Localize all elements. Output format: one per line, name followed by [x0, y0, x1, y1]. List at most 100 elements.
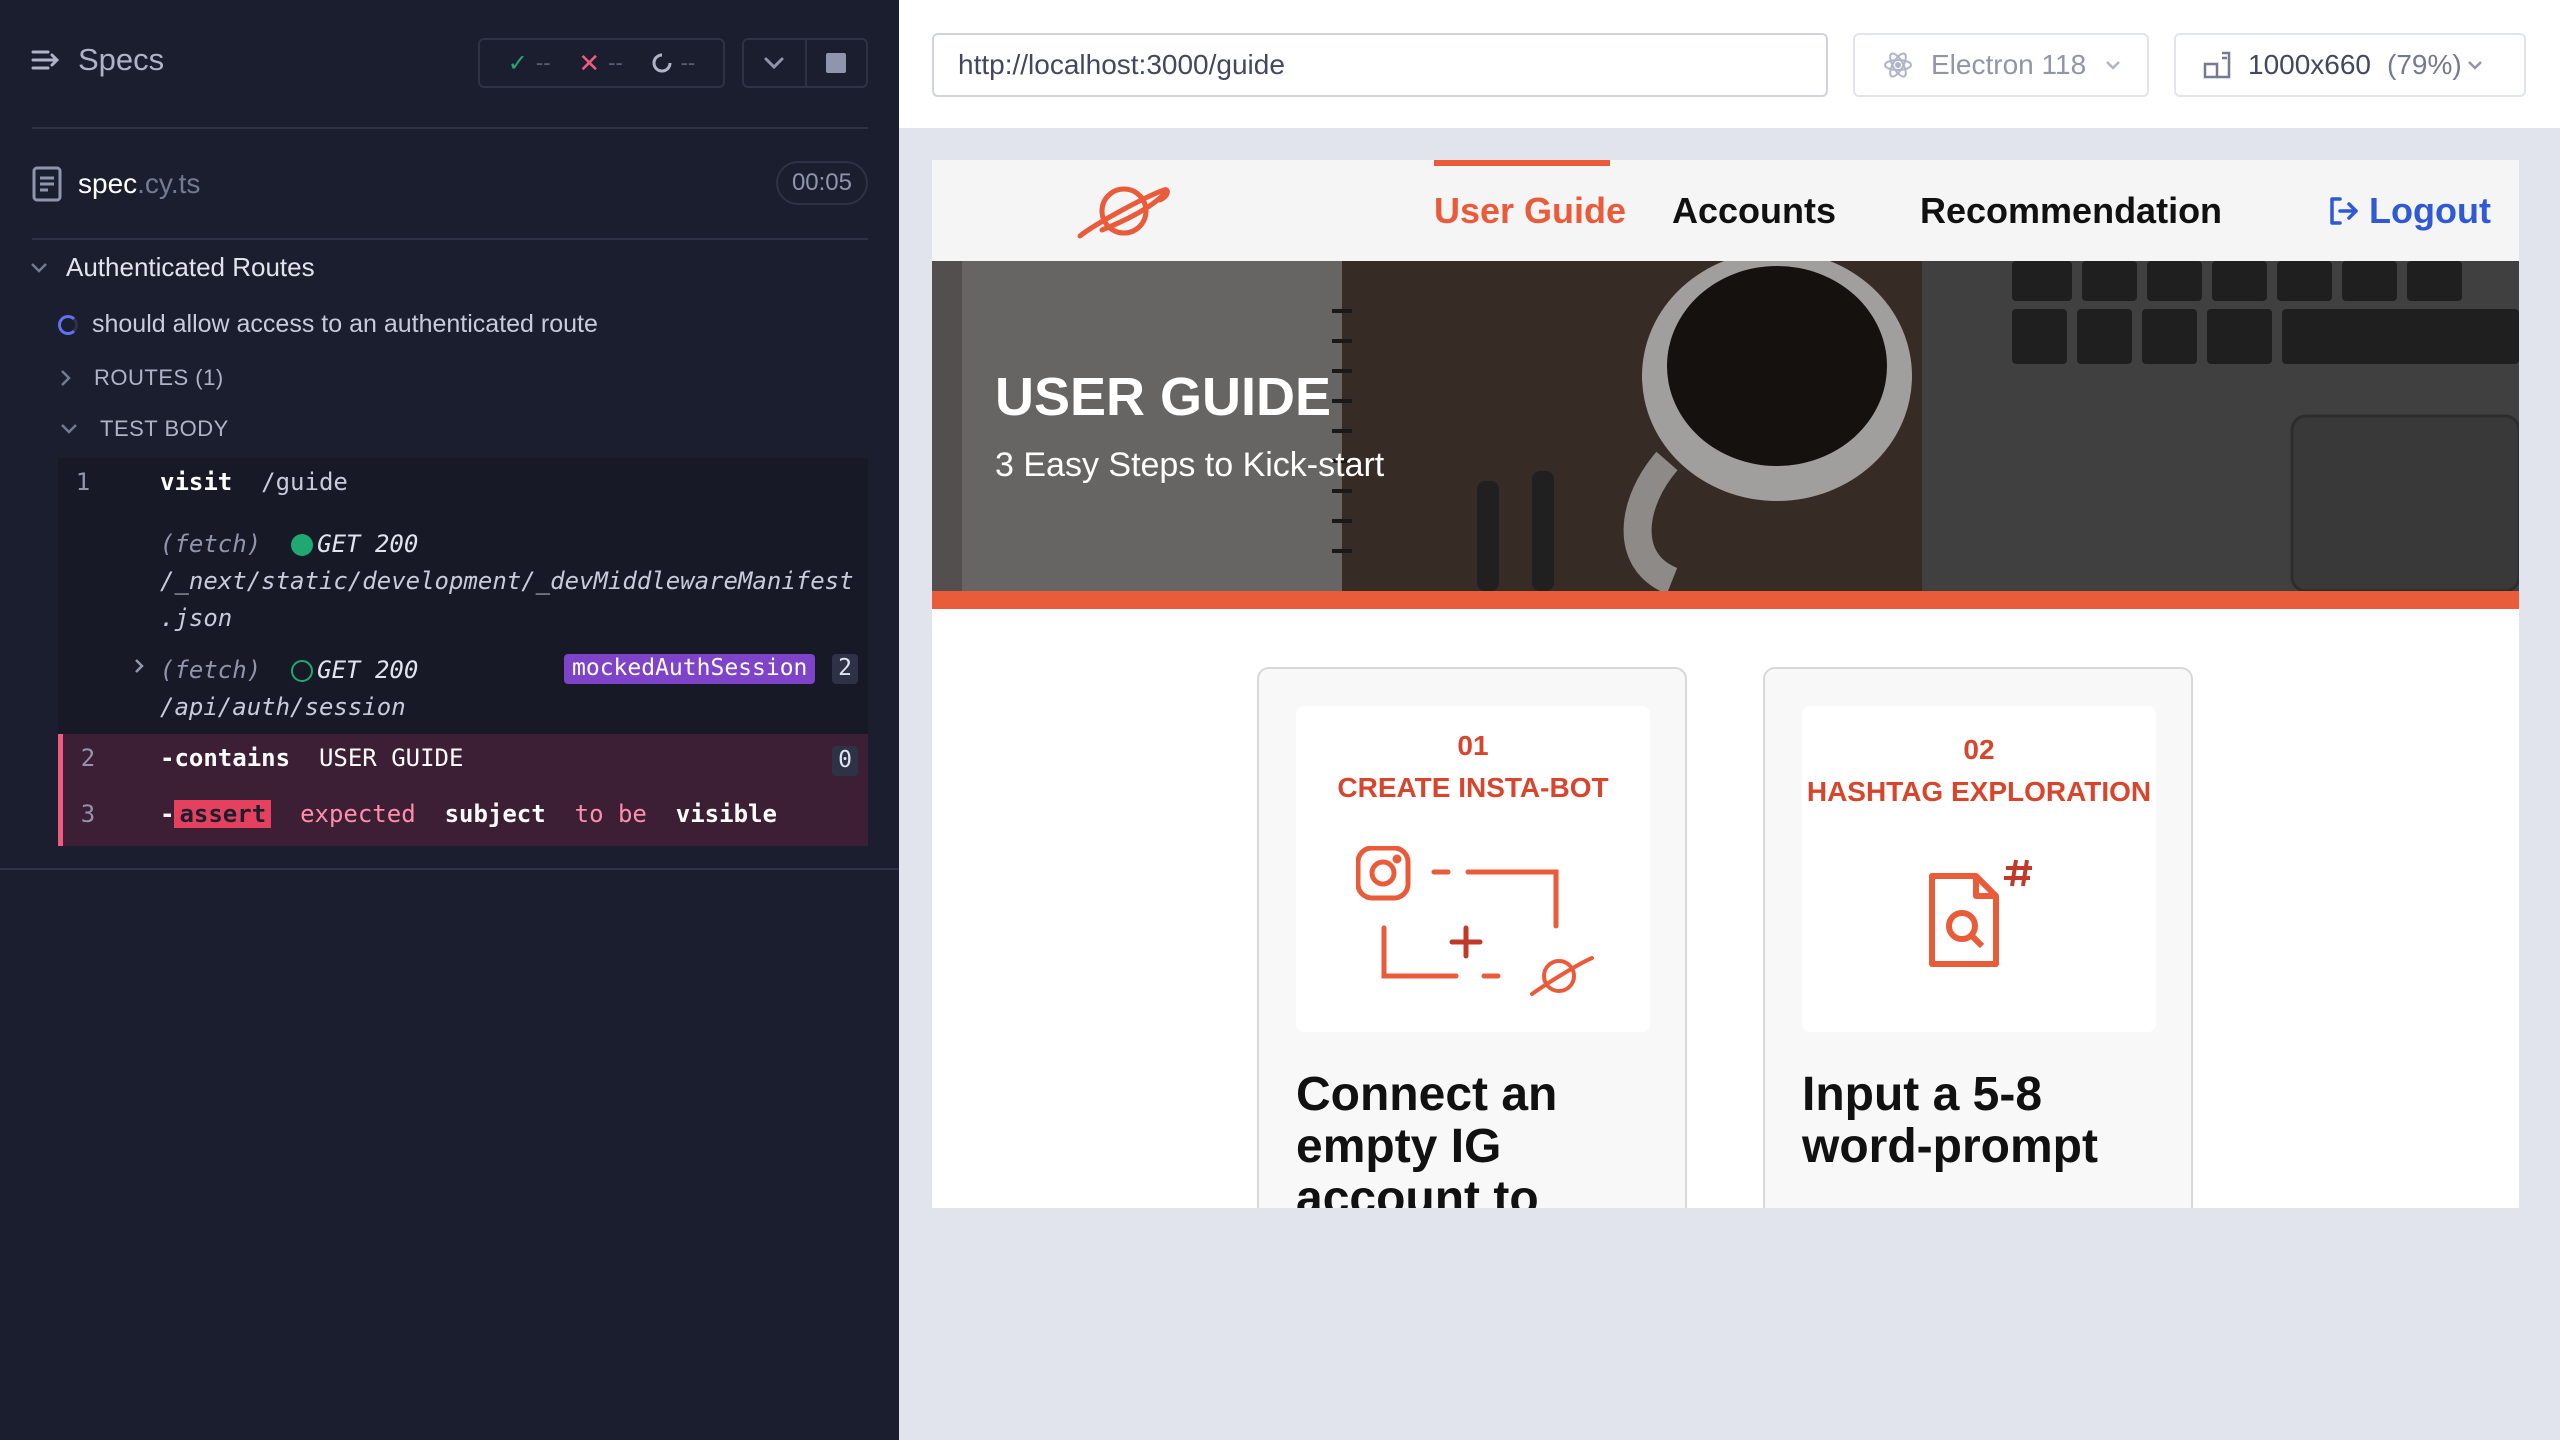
spec-file-ext: .cy.ts: [137, 168, 201, 199]
planet-logo-icon[interactable]: [1072, 178, 1172, 244]
assert-tag: assert: [174, 800, 272, 828]
logout-link[interactable]: Logout: [2327, 190, 2491, 232]
command-name: visit: [160, 468, 233, 496]
fetch-url: /api/auth/session: [160, 693, 406, 721]
step-card-header: 01 CREATE INSTA-BOT: [1296, 706, 1650, 1032]
stat-failed: ✕ --: [578, 48, 622, 79]
stats-bar: ✓ -- ✕ -- --: [478, 38, 725, 88]
command-contains[interactable]: 2 -contains USER GUIDE 0: [58, 734, 868, 790]
hero-title: USER GUIDE: [995, 367, 1332, 427]
chevron-down-icon: [764, 57, 784, 70]
run-controls: [742, 38, 868, 88]
test-body-section-toggle[interactable]: TEST BODY: [60, 416, 229, 442]
fetch-method: GET 200: [317, 656, 419, 684]
pending-count: --: [680, 50, 696, 75]
test-title: should allow access to an authenticated …: [92, 310, 598, 338]
chevron-down-icon: [31, 262, 47, 273]
browser-selector[interactable]: Electron 118: [1853, 33, 2149, 97]
command-body: (fetch) GET 200 /_next/static/development…: [160, 526, 854, 637]
viewport-size: 1000x660: [2248, 49, 2372, 80]
spec-file-name: spec: [78, 168, 138, 199]
step-label: CREATE INSTA-BOT: [1337, 772, 1609, 803]
hero-banner: USER GUIDE 3 Easy Steps to Kick-start: [932, 261, 2519, 591]
chevron-down-icon: [2467, 61, 2482, 70]
command-message: /guide: [261, 468, 348, 496]
check-icon: ✓: [507, 49, 528, 77]
divider: [32, 238, 868, 240]
step-title: Connect an empty IG account to: [1296, 1068, 1558, 1209]
command-fetch[interactable]: (fetch) GET 200 /api/auth/session mockedA…: [58, 652, 868, 730]
hero-subtitle: 3 Easy Steps to Kick-start: [995, 446, 1385, 484]
suite-title: Authenticated Routes: [66, 252, 315, 282]
hashtag-search-document-icon: [1929, 859, 2032, 967]
viewport-selector[interactable]: 1000x660 (79%): [2174, 33, 2526, 97]
browser-name: Electron 118: [1931, 49, 2087, 80]
step-title: Input a 5-8 word-prompt: [1802, 1068, 2098, 1173]
alias-badge: mockedAuthSession: [564, 654, 816, 684]
failed-count: --: [608, 50, 623, 75]
command-message: USER GUIDE: [318, 744, 464, 772]
command-log: 1 visit /guide (fetch) GET 200 /_next/sta…: [58, 458, 868, 846]
routes-section-toggle[interactable]: ROUTES (1): [60, 365, 224, 391]
aut-header: http://localhost:3000/guide Electron 118…: [899, 0, 2560, 128]
specs-list-icon: [31, 50, 60, 70]
electron-icon: [1884, 52, 1912, 78]
cypress-reporter: Specs ✓ -- ✕ -- -- spec .cy.ts 00:05 Aut…: [0, 0, 899, 1440]
command-body: - assert expected subject to be visible: [160, 800, 777, 828]
chevron-right-icon: [135, 659, 144, 673]
status-ring-icon: [291, 660, 314, 682]
embedded-page: User Guide Accounts Recommendation Logou…: [932, 160, 2519, 1208]
test-body-label: TEST BODY: [100, 416, 229, 441]
document-icon: [32, 166, 62, 202]
assert-expected: expected: [300, 800, 416, 828]
divider: [0, 868, 899, 870]
command-number: 1: [75, 468, 91, 496]
assert-visible: visible: [675, 800, 777, 828]
stop-button[interactable]: [804, 40, 866, 86]
spec-file-row: spec .cy.ts 00:05: [32, 158, 868, 210]
step-label: HASHTAG EXPLORATION: [1806, 776, 2152, 807]
fetch-url-cont: .json: [160, 604, 233, 632]
logout-label: Logout: [2369, 190, 2491, 231]
command-body: (fetch) GET 200 /api/auth/session: [160, 652, 418, 726]
chevron-right-icon: [61, 370, 71, 386]
count-badge: 0: [832, 746, 858, 776]
fetch-type: (fetch): [160, 530, 262, 558]
step-card: 01 CREATE INSTA-BOT Connect an empty IG …: [1257, 667, 1687, 1208]
suite-row[interactable]: Authenticated Routes: [30, 252, 315, 283]
step-number: 01: [1457, 730, 1489, 761]
app-under-test: http://localhost:3000/guide Electron 118…: [899, 0, 2560, 1440]
command-name: -contains: [160, 744, 291, 772]
assert-dash: -: [160, 800, 175, 828]
fetch-url: /_next/static/development/_devMiddleware…: [160, 567, 854, 595]
fetch-method: GET 200: [317, 530, 419, 558]
reporter-header: Specs ✓ -- ✕ -- --: [0, 0, 899, 128]
step-card-header: 02 HASHTAG EXPLORATION: [1802, 706, 2156, 1032]
collapse-all-button[interactable]: [744, 40, 805, 86]
chevron-down-icon: [61, 424, 77, 434]
command-visit[interactable]: 1 visit /guide: [58, 468, 868, 508]
site-navbar: User Guide Accounts Recommendation Logou…: [932, 160, 2519, 261]
viewport-icon: [2203, 51, 2231, 79]
count-badge: 2: [832, 654, 858, 684]
assert-to-be: to be: [574, 800, 647, 828]
step-number: 02: [1963, 734, 1995, 765]
active-tab-indicator: [1434, 160, 1610, 166]
command-assert[interactable]: 3 - assert expected subject to be visible: [58, 790, 868, 846]
nav-recommendation[interactable]: Recommendation: [1920, 190, 2222, 232]
passed-count: --: [535, 50, 551, 75]
nav-accounts[interactable]: Accounts: [1672, 190, 1836, 232]
connect-instagram-icon: [1356, 846, 1594, 996]
nav-user-guide[interactable]: User Guide: [1434, 190, 1626, 232]
specs-toggle-button[interactable]: Specs: [30, 42, 164, 78]
command-fetch[interactable]: (fetch) GET 200 /_next/static/development…: [58, 526, 868, 636]
command-body: visit /guide: [160, 468, 348, 496]
hero-accent-bar: [932, 591, 2519, 609]
pending-icon: [652, 53, 672, 73]
command-body: -contains USER GUIDE: [160, 744, 463, 772]
duration-badge: 00:05: [775, 161, 868, 205]
url-bar[interactable]: http://localhost:3000/guide: [932, 33, 1828, 97]
test-row[interactable]: should allow access to an authenticated …: [58, 310, 598, 339]
x-icon: ✕: [578, 47, 601, 78]
stop-icon: [826, 53, 847, 73]
